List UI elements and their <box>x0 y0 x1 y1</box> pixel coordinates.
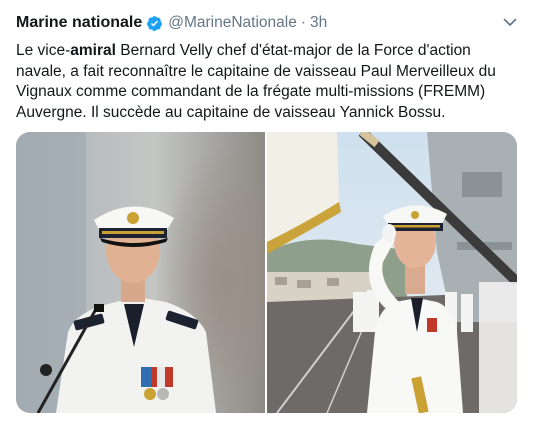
display-name[interactable]: Marine nationale <box>16 14 142 32</box>
media-grid <box>16 132 517 413</box>
tweet-text-bold: amiral <box>70 42 116 59</box>
verified-badge-icon <box>146 15 163 32</box>
tweet-text: Le vice-amiral Bernard Velly chef d'état… <box>16 41 524 123</box>
chevron-down-icon[interactable] <box>502 14 518 30</box>
tweet-header: Marine nationale @MarineNationale · 3h <box>16 10 520 36</box>
photo-officer-microphone[interactable] <box>16 132 265 413</box>
photo-officer-saluting[interactable] <box>267 132 517 413</box>
user-handle[interactable]: @MarineNationale <box>168 14 297 32</box>
timestamp[interactable]: 3h <box>310 14 327 32</box>
tweet-text-part: Le vice- <box>16 42 71 59</box>
separator-dot: · <box>300 14 307 31</box>
